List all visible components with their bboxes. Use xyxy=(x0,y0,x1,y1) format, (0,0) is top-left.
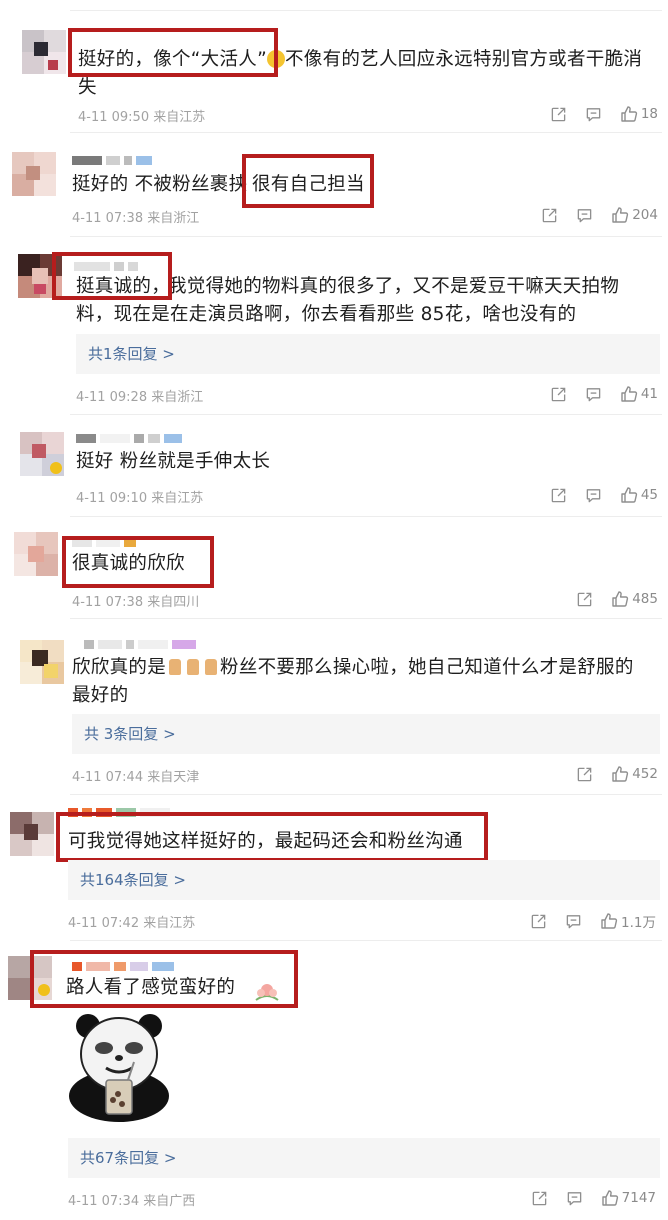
comment-icon[interactable] xyxy=(585,487,602,504)
like-icon xyxy=(620,385,638,403)
like-count: 7147 xyxy=(621,1190,656,1206)
like-count: 1.1万 xyxy=(621,915,656,931)
reply-count-link[interactable]: 共164条回复 > xyxy=(68,860,660,900)
highlight-box xyxy=(62,536,214,588)
share-icon[interactable] xyxy=(550,106,567,123)
share-icon[interactable] xyxy=(550,487,567,504)
like-count: 485 xyxy=(632,591,658,607)
like-button[interactable]: 45 xyxy=(620,486,658,504)
share-icon[interactable] xyxy=(576,766,593,783)
like-count: 204 xyxy=(632,207,658,223)
like-count: 452 xyxy=(632,766,658,782)
divider xyxy=(70,10,662,11)
comment-text-continued: 失 xyxy=(78,77,97,98)
comment-text: 我觉得她的物料真的很多了，又不是爱豆干嘛天天拍物 xyxy=(168,276,620,297)
like-icon xyxy=(620,486,638,504)
like-count: 18 xyxy=(640,106,658,122)
comment-meta: 4-11 09:10 来自江苏 xyxy=(76,491,204,506)
like-icon xyxy=(611,590,629,608)
comment-text-continued: 料，现在是在走演员路啊，你去看看那些 85花，啥也没有的 xyxy=(76,304,577,325)
like-button[interactable]: 41 xyxy=(620,385,658,403)
reply-count-link[interactable]: 共1条回复 > xyxy=(76,334,660,374)
comment-actions: 485 xyxy=(576,590,658,608)
thumbs-up-emoji xyxy=(169,659,182,675)
divider xyxy=(70,618,662,619)
comment-actions: 1.1万 xyxy=(530,911,656,931)
share-icon[interactable] xyxy=(576,591,593,608)
comment-actions: 45 xyxy=(550,486,658,504)
avatar[interactable] xyxy=(12,152,56,196)
like-icon xyxy=(611,765,629,783)
like-icon xyxy=(611,206,629,224)
panda-meme-sticker xyxy=(69,1014,169,1122)
comment-actions: 41 xyxy=(550,385,658,403)
comment-icon[interactable] xyxy=(585,106,602,123)
like-button[interactable]: 485 xyxy=(611,590,658,608)
reply-count-link[interactable]: 共 3条回复 > xyxy=(72,714,660,754)
avatar[interactable] xyxy=(20,640,64,684)
like-button[interactable]: 18 xyxy=(620,105,658,123)
avatar[interactable] xyxy=(14,532,58,576)
comment-text: 挺好 粉丝就是手伸太长 xyxy=(76,451,271,472)
like-button[interactable]: 452 xyxy=(611,765,658,783)
like-count: 45 xyxy=(640,487,658,503)
like-icon xyxy=(620,105,638,123)
comment-icon[interactable] xyxy=(565,913,582,930)
like-button[interactable]: 7147 xyxy=(601,1189,656,1207)
share-icon[interactable] xyxy=(550,386,567,403)
share-icon[interactable] xyxy=(530,913,547,930)
divider xyxy=(70,794,662,795)
comment-text: 欣欣真的是 粉丝不要那么操心啦，她自己知道什么才是舒服的 xyxy=(72,657,634,678)
divider xyxy=(70,236,662,237)
comment-text: 挺好的 不被粉丝裹挟 xyxy=(72,174,248,195)
comment-meta: 4-11 07:34 来自广西 xyxy=(68,1194,196,1209)
thumbs-up-emoji xyxy=(187,659,200,675)
username-blurred xyxy=(72,156,156,166)
reply-count-link[interactable]: 共67条回复 > xyxy=(68,1138,660,1178)
comment-actions: 7147 xyxy=(531,1189,656,1207)
comment-meta: 4-11 07:38 来自四川 xyxy=(72,595,200,610)
like-icon xyxy=(600,912,618,930)
divider xyxy=(70,414,662,415)
divider xyxy=(70,940,662,941)
highlight-box xyxy=(30,950,298,1008)
share-icon[interactable] xyxy=(531,1190,548,1207)
comment-icon[interactable] xyxy=(566,1190,583,1207)
comment-icon[interactable] xyxy=(576,207,593,224)
like-icon xyxy=(601,1189,619,1207)
username-blurred xyxy=(84,640,200,650)
share-icon[interactable] xyxy=(541,207,558,224)
highlight-box xyxy=(68,28,278,77)
avatar[interactable] xyxy=(20,432,64,476)
divider xyxy=(70,132,662,133)
like-button[interactable]: 204 xyxy=(611,206,658,224)
comment-icon[interactable] xyxy=(585,386,602,403)
highlight-box xyxy=(52,252,172,300)
thumbs-up-emoji xyxy=(205,659,218,675)
comment-actions: 452 xyxy=(576,765,658,783)
comment-meta: 4-11 09:50 来自江苏 xyxy=(78,110,206,125)
comment-actions: 18 xyxy=(550,105,658,123)
highlight-box xyxy=(56,812,488,862)
avatar[interactable] xyxy=(10,812,54,856)
like-button[interactable]: 1.1万 xyxy=(600,911,656,931)
like-count: 41 xyxy=(640,386,658,402)
comment-meta: 4-11 07:38 来自浙江 xyxy=(72,211,200,226)
username-blurred xyxy=(76,434,186,444)
divider xyxy=(70,516,662,517)
comment-meta: 4-11 07:44 来自天津 xyxy=(72,770,200,785)
comment-actions: 204 xyxy=(541,206,658,224)
avatar[interactable] xyxy=(22,30,66,74)
comment-meta: 4-11 07:42 来自江苏 xyxy=(68,916,196,931)
comment-text-continued: 最好的 xyxy=(72,685,129,706)
highlight-box xyxy=(242,154,374,208)
comment-meta: 4-11 09:28 来自浙江 xyxy=(76,390,204,405)
